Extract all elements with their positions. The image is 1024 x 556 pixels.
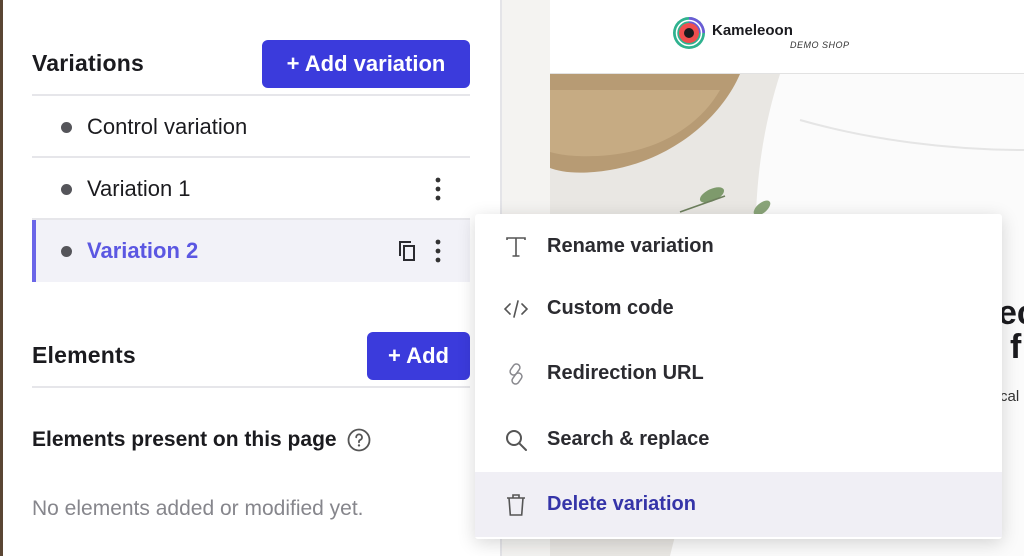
shop-header: Kameleoon DEMO SHOP — [550, 0, 1024, 74]
menu-item-label: Custom code — [547, 297, 674, 319]
hero-text: f — [1010, 328, 1022, 366]
more-options-icon[interactable] — [428, 175, 448, 203]
elements-title: Elements — [32, 342, 136, 368]
menu-item-redirection-url[interactable]: Redirection URL — [475, 341, 1002, 406]
add-element-button[interactable]: + Add — [367, 332, 470, 380]
variation-row-2[interactable]: Variation 2 — [32, 220, 470, 282]
elements-present-heading: Elements present on this page — [32, 428, 371, 452]
variations-title: Variations — [32, 50, 144, 76]
bullet-icon — [61, 245, 72, 257]
elements-present-title: Elements present on this page — [32, 428, 337, 451]
more-options-icon[interactable] — [428, 237, 448, 265]
add-variation-button[interactable]: + Add variation — [262, 40, 470, 88]
bullet-icon — [61, 183, 72, 195]
divider — [32, 386, 470, 388]
menu-item-custom-code[interactable]: Custom code — [475, 276, 1002, 341]
menu-item-search-replace[interactable]: Search & replace — [475, 407, 1002, 472]
brand-name: Kameleoon — [712, 22, 793, 39]
brand-subtitle: DEMO SHOP — [790, 40, 850, 50]
search-icon — [503, 427, 529, 453]
empty-state-text: No elements added or modified yet. — [32, 497, 364, 520]
menu-item-label: Search & replace — [547, 428, 710, 450]
variation-row-control[interactable]: Control variation — [32, 96, 470, 158]
variation-label: Variation 1 — [87, 176, 191, 201]
duplicate-icon[interactable] — [394, 238, 420, 264]
menu-item-label: Redirection URL — [547, 362, 704, 384]
variation-row-1[interactable]: Variation 1 — [32, 158, 470, 220]
link-icon — [503, 361, 529, 387]
variation-label: Control variation — [87, 114, 248, 139]
kameleoon-logo-icon — [673, 17, 705, 49]
menu-item-label: Rename variation — [547, 235, 714, 257]
variation-context-menu: Rename variation Custom code Redirection… — [475, 214, 1002, 539]
menu-item-label: Delete variation — [547, 493, 696, 515]
trash-icon — [503, 492, 529, 518]
menu-item-delete-variation[interactable]: Delete variation — [475, 472, 1002, 537]
bullet-icon — [61, 121, 72, 133]
code-icon — [503, 296, 529, 322]
side-panel: Variations + Add variation Control varia… — [0, 0, 500, 556]
variation-label: Variation 2 — [87, 238, 199, 263]
menu-item-rename[interactable]: Rename variation — [475, 214, 1002, 279]
window-edge — [0, 0, 3, 556]
hero-caption: cal — [1000, 388, 1020, 405]
help-icon[interactable] — [347, 428, 371, 452]
text-icon — [503, 234, 529, 260]
